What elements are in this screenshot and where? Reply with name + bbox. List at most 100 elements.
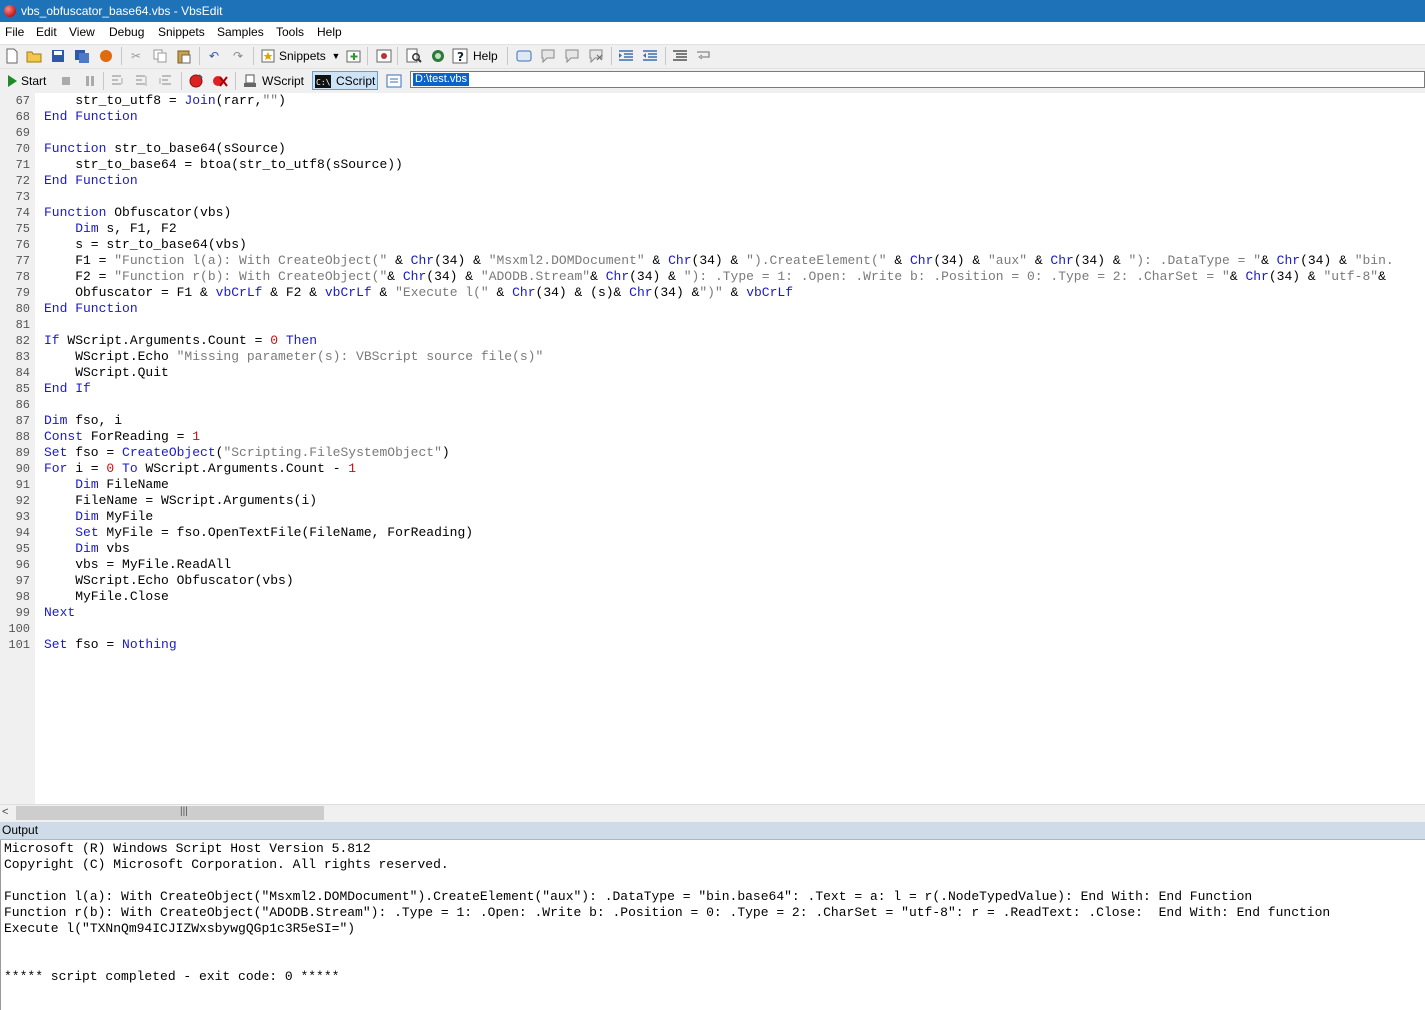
- stop-icon[interactable]: [57, 72, 75, 90]
- code-line[interactable]: 81: [0, 317, 1425, 333]
- comment-icon[interactable]: [515, 47, 533, 65]
- menu-samples[interactable]: Samples: [217, 25, 264, 39]
- menu-snippets[interactable]: Snippets: [158, 25, 205, 39]
- code-line[interactable]: 95 Dim vbs: [0, 541, 1425, 557]
- code-editor[interactable]: 67 str_to_utf8 = Join(rarr,"") 68 End Func…: [0, 93, 1425, 804]
- code-line[interactable]: 68 End Function: [0, 109, 1425, 125]
- step-out-icon[interactable]: [157, 72, 175, 90]
- code-line[interactable]: 83 WScript.Echo "Missing parameter(s): V…: [0, 349, 1425, 365]
- snippets-icon[interactable]: [259, 47, 277, 65]
- help-icon[interactable]: ?: [451, 47, 469, 65]
- code-line[interactable]: 73: [0, 189, 1425, 205]
- output-panel[interactable]: Microsoft (R) Windows Script Host Versio…: [0, 840, 1425, 1010]
- clear-breakpoints-icon[interactable]: [211, 72, 229, 90]
- code-line[interactable]: 77 F1 = "Function l(a): With CreateObjec…: [0, 253, 1425, 269]
- wscript-icon[interactable]: [241, 72, 259, 90]
- code-line[interactable]: 75 Dim s, F1, F2: [0, 221, 1425, 237]
- code-line[interactable]: 88 Const ForReading = 1: [0, 429, 1425, 445]
- menu-debug[interactable]: Debug: [109, 25, 144, 39]
- code-line[interactable]: 84 WScript.Quit: [0, 365, 1425, 381]
- code-line[interactable]: 94 Set MyFile = fso.OpenTextFile(FileNam…: [0, 525, 1425, 541]
- copy-icon[interactable]: [151, 47, 169, 65]
- code-line[interactable]: 69: [0, 125, 1425, 141]
- code-line[interactable]: 86: [0, 397, 1425, 413]
- record-icon[interactable]: [97, 47, 115, 65]
- code-line[interactable]: 99 Next: [0, 605, 1425, 621]
- line-number: 98: [15, 590, 30, 604]
- menu-tools[interactable]: Tools: [276, 25, 304, 39]
- code-token: End Function: [44, 109, 138, 124]
- save-all-icon[interactable]: [73, 47, 91, 65]
- next-bookmark-icon[interactable]: [563, 47, 581, 65]
- code-line[interactable]: 90 For i = 0 To WScript.Arguments.Count -…: [0, 461, 1425, 477]
- wscript-button[interactable]: WScript: [262, 74, 304, 88]
- start-button[interactable]: Start: [21, 74, 46, 88]
- horizontal-scrollbar[interactable]: < |||: [0, 804, 1425, 822]
- code-line[interactable]: 80 End Function: [0, 301, 1425, 317]
- chevron-down-icon[interactable]: ▼: [327, 47, 345, 65]
- code-line[interactable]: 91 Dim FileName: [0, 477, 1425, 493]
- save-icon[interactable]: [49, 47, 67, 65]
- code-line[interactable]: 87 Dim fso, i: [0, 413, 1425, 429]
- code-line[interactable]: 82 If WScript.Arguments.Count = 0 Then: [0, 333, 1425, 349]
- find-icon[interactable]: [405, 47, 423, 65]
- code-line[interactable]: 71 str_to_base64 = btoa(str_to_utf8(sSou…: [0, 157, 1425, 173]
- command-line-arguments-input[interactable]: D:\test.vbs: [410, 71, 1425, 88]
- code-line[interactable]: 78 F2 = "Function r(b): With CreateObjec…: [0, 269, 1425, 285]
- arguments-icon[interactable]: [385, 72, 403, 90]
- code-line[interactable]: 67 str_to_utf8 = Join(rarr,""): [0, 93, 1425, 109]
- breakpoint-icon[interactable]: [187, 72, 205, 90]
- help-button[interactable]: Help: [473, 49, 498, 63]
- menu-help[interactable]: Help: [317, 25, 342, 39]
- settings-icon[interactable]: [375, 47, 393, 65]
- code-token: Chr: [512, 285, 536, 300]
- code-text: Next: [44, 605, 75, 621]
- code-line[interactable]: 101 Set fso = Nothing: [0, 637, 1425, 653]
- line-number: 101: [8, 638, 30, 652]
- code-line[interactable]: 72 End Function: [0, 173, 1425, 189]
- code-token: Chr: [1276, 253, 1301, 268]
- word-wrap-icon[interactable]: [695, 47, 713, 65]
- code-line[interactable]: 97 WScript.Echo Obfuscator(vbs): [0, 573, 1425, 589]
- code-line[interactable]: 96 vbs = MyFile.ReadAll: [0, 557, 1425, 573]
- code-line[interactable]: 100: [0, 621, 1425, 637]
- cut-icon[interactable]: ✂: [127, 47, 145, 65]
- code-line[interactable]: 89 Set fso = CreateObject("Scripting.File…: [0, 445, 1425, 461]
- line-number: 70: [15, 142, 30, 156]
- line-number: 92: [15, 494, 30, 508]
- open-folder-icon[interactable]: [25, 47, 43, 65]
- code-line[interactable]: 93 Dim MyFile: [0, 509, 1425, 525]
- object-browser-icon[interactable]: [429, 47, 447, 65]
- step-into-icon[interactable]: [109, 72, 127, 90]
- step-over-icon[interactable]: [133, 72, 151, 90]
- format-icon[interactable]: [671, 47, 689, 65]
- paste-icon[interactable]: [175, 47, 193, 65]
- code-token: If: [44, 333, 60, 348]
- outdent-icon[interactable]: [641, 47, 659, 65]
- pause-icon[interactable]: [81, 72, 99, 90]
- code-line[interactable]: 98 MyFile.Close: [0, 589, 1425, 605]
- clear-bookmarks-icon[interactable]: [587, 47, 605, 65]
- indent-icon[interactable]: [617, 47, 635, 65]
- code-token: (34) &: [629, 269, 684, 284]
- code-line[interactable]: 74 Function Obfuscator(vbs): [0, 205, 1425, 221]
- scroll-left-icon[interactable]: <: [2, 806, 8, 818]
- add-snippet-icon[interactable]: [345, 47, 363, 65]
- cscript-toggle[interactable]: C:\ CScript: [312, 71, 378, 90]
- redo-icon[interactable]: ↷: [229, 47, 247, 65]
- code-line[interactable]: 85 End If: [0, 381, 1425, 397]
- new-file-icon[interactable]: [3, 47, 21, 65]
- code-line[interactable]: 70 Function str_to_base64(sSource): [0, 141, 1425, 157]
- uncomment-icon[interactable]: [539, 47, 557, 65]
- undo-icon[interactable]: ↶: [205, 47, 223, 65]
- code-line[interactable]: 76 s = str_to_base64(vbs): [0, 237, 1425, 253]
- snippets-button[interactable]: Snippets: [279, 49, 326, 63]
- play-icon[interactable]: [3, 72, 21, 90]
- menu-file[interactable]: File: [5, 25, 24, 39]
- code-token: Const: [44, 429, 84, 444]
- scrollbar-thumb[interactable]: |||: [16, 806, 324, 820]
- menu-edit[interactable]: Edit: [36, 25, 57, 39]
- menu-view[interactable]: View: [69, 25, 95, 39]
- code-line[interactable]: 79 Obfuscator = F1 & vbCrLf & F2 & vbCrL…: [0, 285, 1425, 301]
- code-line[interactable]: 92 FileName = WScript.Arguments(i): [0, 493, 1425, 509]
